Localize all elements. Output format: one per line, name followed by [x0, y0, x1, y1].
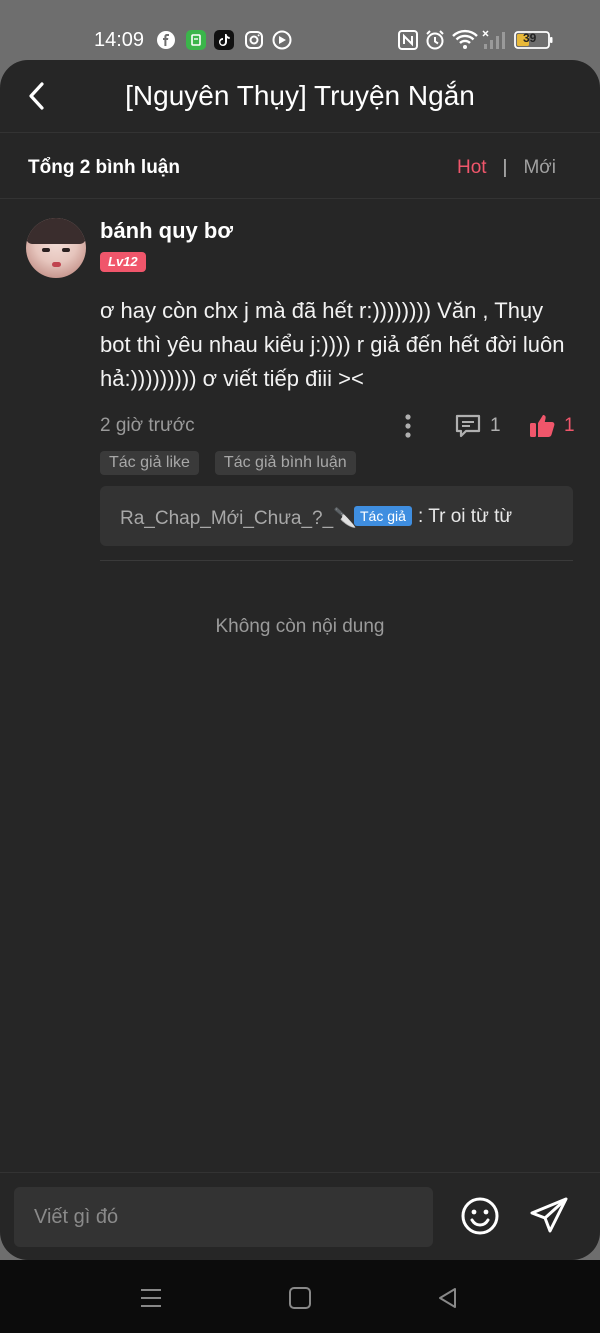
back-button[interactable] [22, 76, 54, 116]
sort-new-tab[interactable]: Mới [523, 157, 556, 179]
back-nav-button[interactable] [434, 1284, 462, 1312]
battery-icon: 39 [514, 28, 554, 52]
divider [100, 560, 573, 561]
comments-subheader: Tổng 2 bình luận Hot | Mới [0, 133, 600, 199]
comment-input[interactable] [14, 1187, 433, 1247]
sort-tabs: Hot | Mới [457, 157, 556, 179]
header: [Nguyên Thụy] Truyện Ngắn [0, 60, 600, 133]
recent-apps-button[interactable] [137, 1284, 165, 1312]
level-badge: Lv12 [100, 252, 146, 272]
like-button[interactable]: 1 [528, 412, 575, 440]
battery-level: 39 [523, 31, 537, 45]
system-nav-bar [0, 1260, 600, 1333]
tiktok-icon [214, 30, 234, 50]
comment-total: Tổng 2 bình luận [28, 157, 180, 178]
comment-username[interactable]: bánh quy bơ [100, 218, 233, 244]
app-icon [186, 30, 206, 50]
tag-author-like: Tác giả like [100, 451, 199, 475]
sort-hot-tab[interactable]: Hot [457, 157, 487, 179]
tag-author-comment: Tác giả bình luận [214, 451, 356, 475]
smiley-icon [461, 1197, 499, 1235]
end-of-list: Không còn nội dung [215, 616, 385, 637]
comment-meta: 2 giờ trước 1 1 [100, 412, 580, 442]
more-vertical-icon [405, 414, 411, 438]
wifi-icon [452, 28, 478, 52]
send-button[interactable] [528, 1195, 572, 1237]
comment-text: ơ hay còn chx j mà đã hết r:)))))))) Văn… [100, 298, 565, 391]
reply-preview[interactable]: Ra_Chap_Mới_Chưa_?_🔪 Tác giả : Tr oi từ … [100, 486, 573, 546]
home-button[interactable] [286, 1284, 314, 1312]
signal-icon [482, 28, 508, 52]
input-bar [0, 1172, 600, 1260]
status-bar: 14:09 39 [0, 0, 600, 60]
tags: Tác giả like Tác giả bình luận [100, 451, 356, 475]
comments-sheet: [Nguyên Thụy] Truyện Ngắn Tổng 2 bình lu… [0, 60, 600, 1260]
reply-button[interactable]: 1 [454, 412, 501, 440]
reply-author: Ra_Chap_Mới_Chưa_?_🔪 [120, 508, 357, 529]
emoji-button[interactable] [459, 1195, 501, 1237]
reply-count: 1 [490, 415, 501, 436]
more-options-button[interactable] [398, 412, 418, 440]
status-time: 14:09 [94, 29, 145, 51]
menu-icon [141, 1289, 161, 1307]
comment-time: 2 giờ trước [100, 415, 195, 436]
comment-icon [455, 414, 481, 438]
reply-text: : Tr oi từ từ [418, 506, 513, 527]
home-square-icon [289, 1287, 311, 1309]
media-icon [272, 30, 292, 50]
nfc-icon [398, 28, 418, 52]
avatar[interactable] [26, 218, 86, 278]
alarm-icon [424, 28, 446, 52]
author-badge: Tác giả [354, 506, 412, 526]
facebook-icon [156, 30, 176, 50]
sort-separator: | [502, 157, 508, 178]
send-icon [530, 1197, 568, 1233]
like-count: 1 [564, 415, 575, 436]
chevron-left-icon [29, 82, 44, 110]
page-title: [Nguyên Thụy] Truyện Ngắn [125, 80, 475, 111]
thumbs-up-icon [530, 415, 555, 437]
triangle-back-icon [439, 1288, 456, 1308]
instagram-icon [244, 30, 264, 50]
